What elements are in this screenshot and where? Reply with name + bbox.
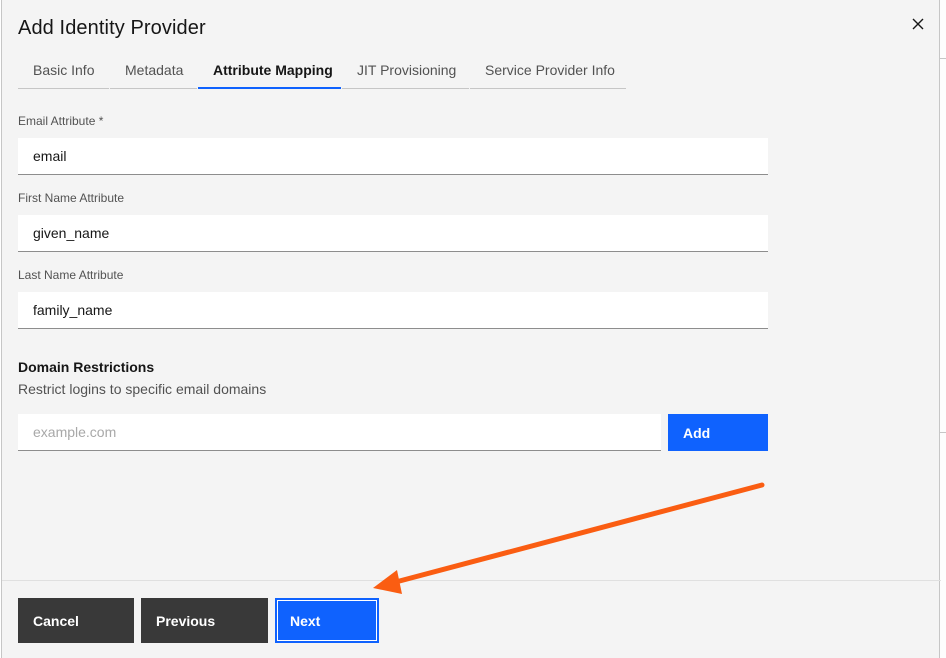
last-name-attribute-label: Last Name Attribute <box>18 268 124 282</box>
background-page-edge <box>940 0 946 658</box>
first-name-attribute-input[interactable] <box>18 215 768 252</box>
domain-restrictions-description: Restrict logins to specific email domain… <box>18 381 267 397</box>
tab-service-provider-info[interactable]: Service Provider Info <box>470 52 626 89</box>
previous-button[interactable]: Previous <box>141 598 268 643</box>
last-name-attribute-input[interactable] <box>18 292 768 329</box>
email-attribute-label: Email Attribute * <box>18 114 104 128</box>
email-attribute-input[interactable] <box>18 138 768 175</box>
close-icon <box>912 18 924 30</box>
tab-metadata[interactable]: Metadata <box>110 52 197 89</box>
modal-title: Add Identity Provider <box>18 17 206 39</box>
add-identity-provider-modal: Add Identity Provider Basic Info Metadat… <box>1 0 941 658</box>
tab-basic-info[interactable]: Basic Info <box>18 52 109 89</box>
tab-jit-provisioning[interactable]: JIT Provisioning <box>342 52 469 89</box>
add-domain-button[interactable]: Add <box>668 414 768 451</box>
cancel-button[interactable]: Cancel <box>18 598 134 643</box>
close-button[interactable] <box>905 11 931 37</box>
next-button[interactable]: Next <box>275 598 379 643</box>
domain-input[interactable] <box>18 414 661 451</box>
footer-divider <box>2 580 941 581</box>
first-name-attribute-label: First Name Attribute <box>18 191 125 205</box>
tab-attribute-mapping[interactable]: Attribute Mapping <box>198 52 341 89</box>
tab-list: Basic Info Metadata Attribute Mapping JI… <box>18 52 627 89</box>
domain-restrictions-heading: Domain Restrictions <box>18 359 155 375</box>
